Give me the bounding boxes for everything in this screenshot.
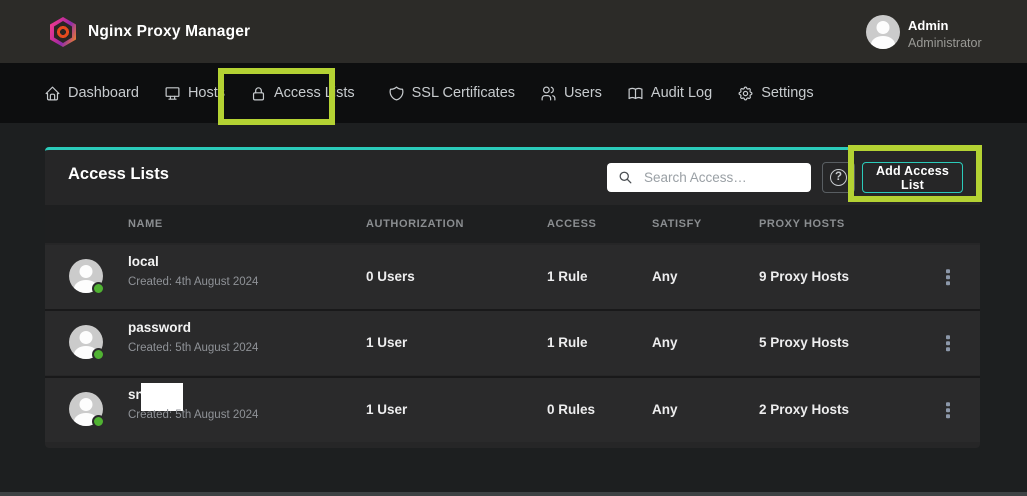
book-icon [627,85,644,102]
app-title: Nginx Proxy Manager [88,23,250,41]
proxy-hosts-cell: 2 Proxy Hosts [759,378,849,442]
search-box [607,163,811,192]
row-menu-button[interactable] [941,397,955,423]
add-access-list-button[interactable]: Add Access List [862,162,963,193]
column-header-access: ACCESS [547,205,596,243]
nav-label: Hosts [188,85,225,101]
shield-icon [388,85,405,102]
status-dot [92,415,105,428]
nav-label: SSL Certificates [412,85,515,101]
help-button[interactable]: ? [822,162,855,193]
row-menu-button[interactable] [941,330,955,356]
nav-item-access-lists[interactable]: Access Lists [250,85,355,102]
table-row: password Created: 5th August 2024 1 User… [45,311,980,375]
user-name[interactable]: Admin [908,18,948,33]
access-lists-card: Access Lists ? Add Access List NAME AUTH… [45,147,980,448]
table-row: local Created: 4th August 2024 0 Users 1… [45,245,980,309]
nav-item-ssl-certificates[interactable]: SSL Certificates [388,85,515,102]
row-menu-button[interactable] [941,264,955,290]
status-dot [92,348,105,361]
authorization-cell: 1 User [366,311,407,375]
nav-item-settings[interactable]: Settings [737,85,813,102]
nav-label: Users [564,85,602,101]
nav-item-audit-log[interactable]: Audit Log [627,85,712,102]
status-dot [92,282,105,295]
authorization-cell: 0 Users [366,245,415,309]
column-header-proxy-hosts: PROXY HOSTS [759,205,845,243]
user-role: Administrator [908,36,982,50]
created-date: Created: 4th August 2024 [128,276,258,288]
authorization-cell: 1 User [366,378,407,442]
access-cell: 0 Rules [547,378,595,442]
column-header-satisfy: SATISFY [652,205,702,243]
top-header: Nginx Proxy Manager Admin Administrator [0,0,1027,63]
satisfy-cell: Any [652,311,678,375]
satisfy-cell: Any [652,378,678,442]
created-date: Created: 5th August 2024 [128,409,258,421]
user-avatar[interactable] [866,15,900,49]
row-avatar [69,325,103,359]
access-cell: 1 Rule [547,311,588,375]
access-cell: 1 Rule [547,245,588,309]
window-bottom-edge [0,492,1027,496]
search-icon [618,170,633,185]
app-window: Nginx Proxy Manager Admin Administrator … [0,0,1027,496]
created-date: Created: 5th August 2024 [128,342,258,354]
satisfy-cell: Any [652,245,678,309]
page-title: Access Lists [68,165,169,184]
proxy-hosts-cell: 9 Proxy Hosts [759,245,849,309]
nav-item-hosts[interactable]: Hosts [164,85,225,102]
column-header-name: NAME [128,205,163,243]
row-avatar [69,392,103,426]
column-header-authorization: AUTHORIZATION [366,205,464,243]
access-list-name: local [128,254,159,269]
lock-icon [250,85,267,102]
monitor-icon [164,85,181,102]
table-header: NAME AUTHORIZATION ACCESS SATISFY PROXY … [45,205,980,243]
table-row: sn Created: 5th August 2024 1 User 0 Rul… [45,378,980,442]
search-input[interactable] [642,169,806,186]
proxy-hosts-cell: 5 Proxy Hosts [759,311,849,375]
nav-item-dashboard[interactable]: Dashboard [44,85,139,102]
app-logo-icon [50,17,76,47]
main-nav: Dashboard Hosts Access Lists SSL Certifi… [0,63,1027,123]
home-icon [44,85,61,102]
users-icon [540,85,557,102]
access-list-name: password [128,320,191,335]
help-icon: ? [830,169,847,186]
gear-icon [737,85,754,102]
row-avatar [69,259,103,293]
redaction-box [141,383,183,411]
nav-label: Dashboard [68,85,139,101]
nav-label: Settings [761,85,813,101]
nav-label: Audit Log [651,85,712,101]
nav-label: Access Lists [274,85,355,101]
nav-item-users[interactable]: Users [540,85,602,102]
